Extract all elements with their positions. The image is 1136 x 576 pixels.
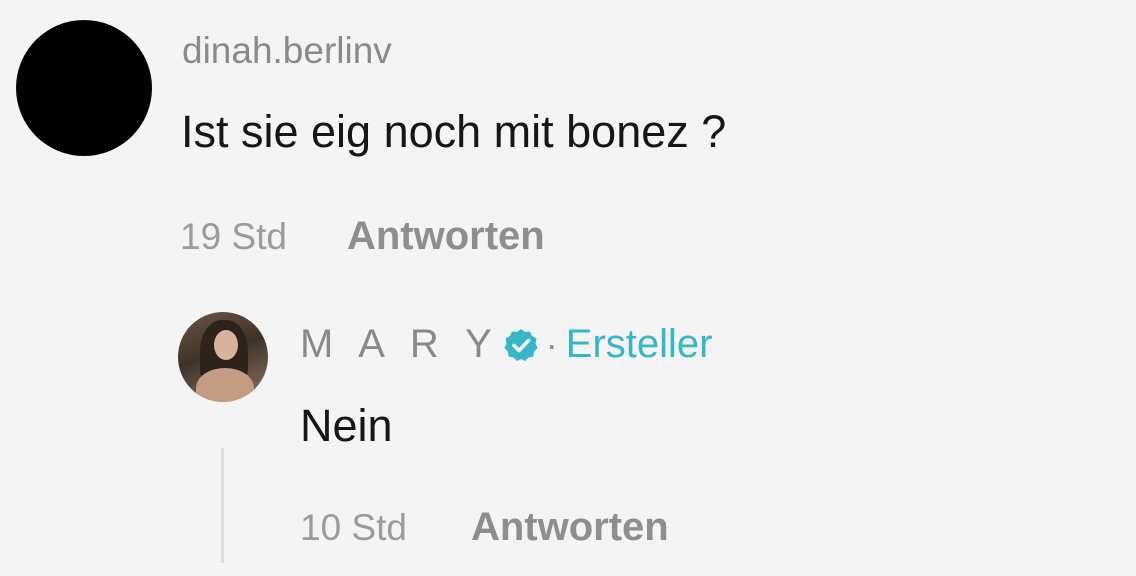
creator-avatar[interactable] bbox=[178, 312, 268, 402]
comment-timestamp: 19 Std bbox=[180, 216, 287, 257]
creator-badge: Ersteller bbox=[565, 322, 713, 366]
thread-line bbox=[221, 448, 224, 563]
creator-username[interactable]: M A R Y bbox=[300, 322, 500, 367]
commenter-avatar[interactable] bbox=[16, 20, 152, 156]
comment-text: Ist sie eig noch mit bonez ? bbox=[181, 106, 727, 157]
separator-dot: · bbox=[545, 323, 558, 365]
reply-text: Nein bbox=[300, 400, 393, 451]
reply-reply-button[interactable]: Antworten bbox=[471, 505, 669, 550]
reply-meta: 10 Std Antworten bbox=[300, 505, 669, 550]
reply-timestamp: 10 Std bbox=[300, 507, 407, 548]
reply-button[interactable]: Antworten bbox=[347, 214, 545, 259]
commenter-username[interactable]: dinah.berlinv bbox=[182, 30, 392, 72]
comment-meta: 19 Std Antworten bbox=[180, 214, 545, 259]
verified-check-icon bbox=[504, 328, 538, 361]
reply-header: M A R Y · Ersteller bbox=[300, 322, 712, 367]
